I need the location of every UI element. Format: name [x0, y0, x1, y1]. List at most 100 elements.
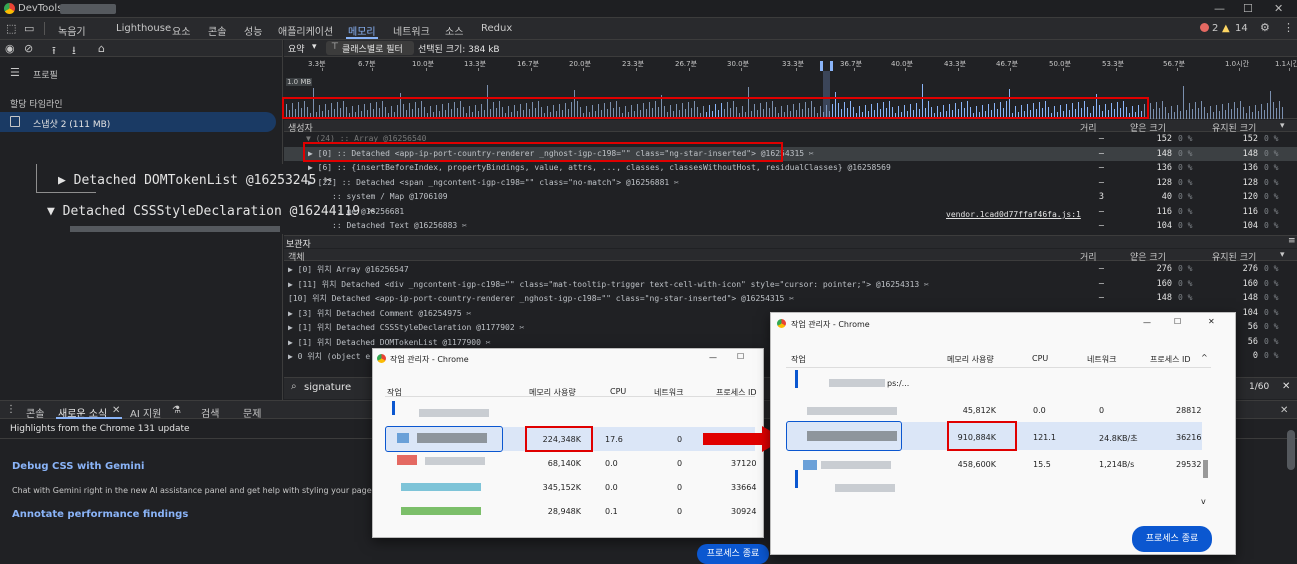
- tm2-maximize-icon[interactable]: ☐: [1174, 317, 1181, 326]
- timeline-bar: [1195, 102, 1196, 119]
- timeline-tick-label: 40.0분: [891, 60, 914, 68]
- drawer-tab-close-icon[interactable]: ✕: [112, 405, 120, 416]
- timeline-bar: [1225, 110, 1226, 119]
- timeline-bar: [1231, 109, 1232, 119]
- tm-cpu: 0.0: [605, 483, 618, 492]
- snapshot-item[interactable]: 스냅샷 2 (111 MB): [0, 112, 276, 132]
- tm2-scroll-down-icon[interactable]: v: [1201, 497, 1206, 506]
- tm1-col-cpu[interactable]: CPU: [610, 387, 626, 396]
- table-row[interactable]: :: Detached Text @16256883 ✂ – 104 0 % 104 0 …: [284, 219, 1297, 233]
- row-shallow-pct: 0 %: [1178, 134, 1193, 143]
- tm2-col-mem[interactable]: 메모리 사용량: [947, 354, 994, 365]
- timeline-bar: [1150, 103, 1151, 119]
- timeline-bar: [1201, 101, 1202, 119]
- inspect-icon[interactable]: ⬚: [6, 22, 16, 35]
- timeline-bar: [1171, 106, 1172, 119]
- search-count: 1/60: [1249, 382, 1270, 392]
- drawer-tab-issues[interactable]: 문제: [243, 405, 261, 420]
- timeline-bar: [1156, 102, 1157, 119]
- drawer-tab-console[interactable]: 콘솔: [26, 405, 44, 420]
- row-retained-pct: 0 %: [1264, 163, 1279, 172]
- row-retained-pct: 0 %: [1264, 206, 1279, 216]
- tm1-end-process-button[interactable]: 프로세스 종료: [697, 544, 769, 564]
- tm2-col-pid[interactable]: 프로세스 ID: [1150, 354, 1191, 365]
- resize-handle-icon[interactable]: ≡: [1288, 236, 1296, 246]
- clear-icon[interactable]: ⊘: [24, 42, 33, 55]
- tm1-col-net[interactable]: 네트워크: [654, 387, 683, 398]
- more-menu-icon[interactable]: ⋮: [1283, 21, 1294, 34]
- tm2-title: 작업 관리자 - Chrome: [791, 320, 870, 329]
- table-row[interactable]: ▶ [22] :: Detached <span _ngcontent-igp-…: [284, 176, 1297, 190]
- tm2-close-icon[interactable]: ✕: [1208, 317, 1215, 326]
- search-close-icon[interactable]: ✕: [1282, 381, 1290, 392]
- source-link[interactable]: vendor.1cad0d77ffaf46fa.js:1: [946, 210, 1081, 219]
- tab-performance[interactable]: 성능: [244, 23, 262, 38]
- row-shallow: 104: [1156, 221, 1172, 231]
- tm2-scrollbar[interactable]: [1203, 460, 1208, 478]
- tab-lighthouse[interactable]: Lighthouse: [116, 23, 171, 34]
- tab-console[interactable]: 콘솔: [208, 23, 226, 38]
- view-select[interactable]: 요약: [288, 42, 305, 55]
- row-retained: 128: [1242, 177, 1258, 188]
- drawer-tab-search[interactable]: 검색: [201, 405, 219, 420]
- tm2-scroll-up-icon[interactable]: ^: [1201, 353, 1208, 362]
- drawer-tab-ai[interactable]: AI 지원: [130, 405, 161, 420]
- drawer-menu-icon[interactable]: ⋮: [6, 404, 16, 415]
- timeline-highlight-box: [282, 97, 1149, 119]
- error-count[interactable]: 2: [1212, 23, 1218, 34]
- minimize-icon[interactable]: —: [1214, 2, 1225, 15]
- sort-desc-icon[interactable]: ▾: [1280, 121, 1285, 131]
- tm2-col-net[interactable]: 네트워크: [1087, 354, 1116, 365]
- tm1-col-pid[interactable]: 프로세스 ID: [716, 387, 757, 398]
- selection-handle-right[interactable]: [830, 61, 833, 71]
- sort-desc-icon-2[interactable]: ▾: [1280, 250, 1285, 260]
- timeline-bar: [1270, 91, 1271, 119]
- timeline-tick-label: 16.7분: [517, 60, 540, 68]
- table-row[interactable]: :: system / Map @1706109 3 40 0 % 120 0 %: [284, 190, 1297, 204]
- tm1-col-task[interactable]: 작업: [387, 387, 402, 398]
- tab-network[interactable]: 네트워크: [393, 23, 430, 38]
- drawer-scrollbar[interactable]: [1287, 430, 1295, 470]
- paragraph-gemini: Chat with Gemini right in the new AI ass…: [12, 486, 372, 495]
- tm1-minimize-icon[interactable]: —: [709, 353, 717, 362]
- profiles-label: 프로필: [33, 71, 58, 81]
- tm-pid: 30924: [731, 507, 757, 516]
- timeline-bar: [1192, 109, 1193, 119]
- tab-elements[interactable]: 요소: [172, 23, 190, 38]
- row-shallow: 136: [1156, 163, 1172, 173]
- tab-recorder[interactable]: 녹음기: [58, 23, 86, 38]
- selection-handle-left[interactable]: [820, 61, 823, 71]
- tab-redux[interactable]: Redux: [481, 23, 512, 34]
- tab-sources[interactable]: 소스: [445, 23, 463, 38]
- redacted-task: [425, 457, 485, 465]
- tm-net: 0: [1099, 406, 1105, 415]
- tm1-col-mem[interactable]: 메모리 사용량: [529, 387, 576, 398]
- error-icon[interactable]: [1200, 23, 1209, 32]
- table-row[interactable]: [10] 위치 Detached <app-ip-port-country-re…: [284, 291, 1297, 305]
- table-row[interactable]: ▶ [6] :: {insertBeforeIndex, propertyBin…: [284, 161, 1297, 175]
- tab-application[interactable]: 애플리케이션: [278, 23, 333, 38]
- close-icon[interactable]: ✕: [1274, 2, 1283, 15]
- warning-icon[interactable]: ▲: [1222, 23, 1230, 34]
- row-name: ▶ [3] 위치 Detached Comment @16254975 ✂: [288, 308, 472, 318]
- warning-count[interactable]: 14: [1235, 23, 1248, 34]
- timeline-tick-label: 1.0시간: [1225, 60, 1250, 68]
- tm2-minimize-icon[interactable]: —: [1143, 318, 1151, 327]
- table-row[interactable]: ▶ [11] 위치 Detached <div _ngcontent-igp-c…: [284, 277, 1297, 291]
- tm1-maximize-icon[interactable]: ☐: [737, 352, 744, 361]
- settings-gear-icon[interactable]: ⚙: [1260, 21, 1270, 34]
- gc-icon[interactable]: ⌂: [98, 42, 105, 55]
- tab-memory[interactable]: 메모리: [348, 23, 376, 38]
- tm2-col-task[interactable]: 작업: [791, 354, 806, 365]
- table-row[interactable]: :: ge @16256681 – 116 0 % 116 0 %: [284, 205, 1297, 219]
- tm2-col-cpu[interactable]: CPU: [1032, 354, 1048, 363]
- panel-tab-bar: ⬚ ▭ 녹음기 Lighthouse 요소 콘솔 성능 애플리케이션 메모리 네…: [0, 18, 1297, 40]
- device-toolbar-icon[interactable]: ▭: [24, 22, 34, 35]
- table-row[interactable]: ▶ [0] 위치 Array @16256547 – 276 0 % 276 0 %: [284, 262, 1297, 276]
- search-input[interactable]: signature: [304, 382, 351, 393]
- drawer-close-icon[interactable]: ✕: [1280, 405, 1288, 416]
- tm2-end-process-button[interactable]: 프로세스 종료: [1132, 526, 1212, 552]
- maximize-icon[interactable]: ☐: [1243, 2, 1253, 15]
- record-icon[interactable]: ◉: [5, 42, 15, 55]
- row-distance: 3: [1098, 192, 1104, 202]
